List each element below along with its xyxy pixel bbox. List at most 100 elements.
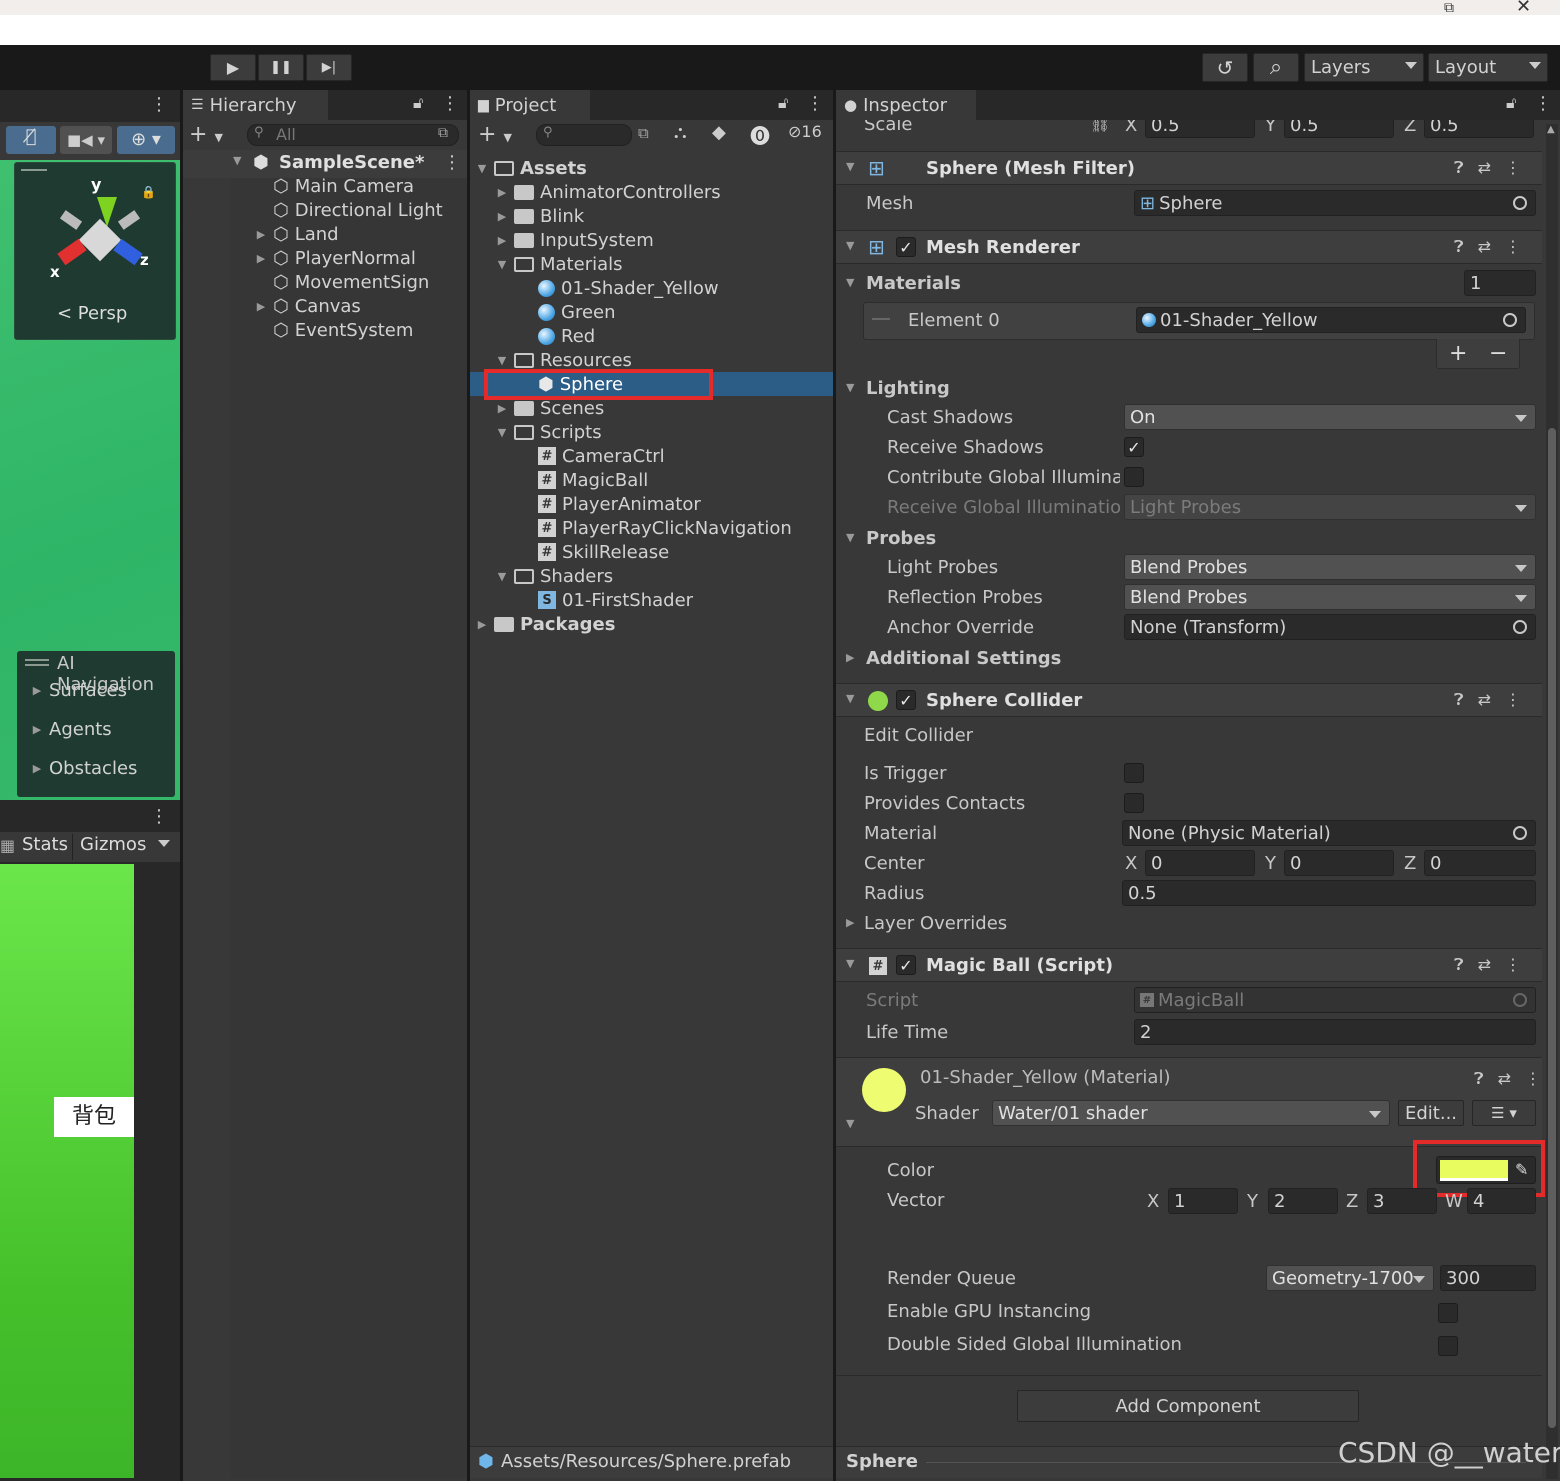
backpack-button[interactable]: 背包: [54, 1097, 134, 1137]
enabled-checkbox[interactable]: ✓: [896, 237, 916, 257]
scroll-up-icon[interactable]: ▲: [1547, 124, 1555, 135]
magic-ball-header[interactable]: ▼ # ✓ Magic Ball (Script) ❓︎ ⇄ ⋮: [836, 948, 1542, 982]
expand-arrow-icon[interactable]: ▶: [496, 210, 508, 223]
scene-search-icon[interactable]: ⧉: [438, 125, 448, 141]
prefab-sphere[interactable]: ⬢ Sphere: [538, 372, 623, 396]
enabled-checkbox[interactable]: ✓: [896, 690, 916, 710]
mesh-filter-header[interactable]: ▼ ⊞ Sphere (Mesh Filter) ❓︎ ⇄ ⋮: [836, 151, 1542, 185]
expand-arrow-icon[interactable]: ▼: [496, 570, 508, 583]
render-queue-dropdown[interactable]: Geometry-1700: [1266, 1265, 1434, 1291]
additional-settings-foldout[interactable]: Additional Settings: [866, 648, 1061, 669]
radius-field[interactable]: 0.5: [1122, 880, 1536, 906]
tab-inspector-active[interactable]: ● Inspector: [836, 90, 976, 120]
materials-count-field[interactable]: 1: [1464, 270, 1536, 296]
collapse-arrow-icon[interactable]: ▼: [846, 160, 854, 173]
light-probes-dropdown[interactable]: Blend Probes: [1124, 554, 1536, 580]
hierarchy-item-eventsystem[interactable]: ⬡ EventSystem: [273, 318, 413, 342]
reflection-probes-dropdown[interactable]: Blend Probes: [1124, 584, 1536, 610]
game-viewport[interactable]: [0, 864, 134, 1478]
add-object-button[interactable]: + ▼: [189, 122, 223, 147]
folder-materials[interactable]: ▼ Materials: [496, 252, 623, 276]
help-icon[interactable]: ❓︎: [1454, 690, 1464, 710]
lock-icon[interactable]: 🔒: [141, 185, 156, 199]
render-queue-field[interactable]: 300: [1440, 1265, 1536, 1291]
script-cameractrl[interactable]: # CameraCtrl: [538, 444, 665, 468]
filter-type-icon[interactable]: ⛬: [674, 122, 687, 143]
object-picker-icon[interactable]: [1513, 196, 1527, 210]
collapse-arrow-icon[interactable]: ▼: [846, 531, 854, 544]
persp-label[interactable]: < Persp: [57, 303, 127, 324]
material-01-shader-yellow[interactable]: 01-Shader_Yellow: [538, 276, 719, 300]
gizmos-button[interactable]: Gizmos: [76, 834, 176, 860]
packages-root[interactable]: ▶ Packages: [476, 612, 616, 636]
help-icon[interactable]: ❓︎: [1474, 1069, 1484, 1089]
step-button[interactable]: ▶|: [306, 54, 352, 81]
collapse-arrow-icon[interactable]: ▼: [846, 957, 854, 970]
hierarchy-item-movementsign[interactable]: ⬡ MovementSign: [273, 270, 429, 294]
ai-item-surfaces[interactable]: ▶ Surfaces: [31, 678, 127, 702]
provides-contacts-checkbox[interactable]: [1124, 793, 1144, 813]
tab-hierarchy[interactable]: ☰ Hierarchy: [183, 90, 328, 120]
axis-z-cone[interactable]: [113, 238, 143, 266]
create-asset-button[interactable]: + ▼: [478, 122, 512, 147]
preset-icon[interactable]: ⇄: [1478, 237, 1491, 257]
grid-icon[interactable]: ▦: [0, 836, 15, 855]
lighting-foldout[interactable]: Lighting: [866, 378, 950, 399]
visibility-toggle-icon[interactable]: 👁̸: [6, 126, 56, 154]
hierarchy-item-playernormal[interactable]: ▶ ⬡ PlayerNormal: [255, 246, 416, 270]
expand-arrow-icon[interactable]: ▶: [255, 252, 267, 265]
restore-icon[interactable]: ⧉: [1444, 0, 1454, 16]
shader-menu-button[interactable]: ☰ ▾: [1472, 1100, 1536, 1126]
expand-arrow-icon[interactable]: ▶: [476, 618, 488, 631]
receive-shadows-checkbox[interactable]: ✓: [1124, 437, 1144, 457]
collapse-arrow-icon[interactable]: ▼: [846, 381, 854, 394]
drag-handle-icon[interactable]: [872, 318, 890, 320]
collapse-arrow-icon[interactable]: ▼: [846, 239, 854, 252]
label-icon[interactable]: ◆: [712, 122, 726, 143]
shader-01-firstshader[interactable]: S 01-FirstShader: [538, 588, 693, 612]
camera-dropdown-icon[interactable]: ■◀ ▾: [60, 126, 112, 154]
inspector-scrollbar[interactable]: ▲: [1546, 124, 1558, 1479]
preset-icon[interactable]: ⇄: [1478, 158, 1491, 178]
cast-shadows-dropdown[interactable]: On: [1124, 404, 1536, 430]
shader-dropdown[interactable]: Water/01 shader: [992, 1100, 1390, 1126]
kebab-menu-icon[interactable]: ⋮: [1505, 158, 1521, 178]
collider-material-field[interactable]: None (Physic Material): [1122, 820, 1536, 846]
expand-arrow-icon[interactable]: ▶: [496, 186, 508, 199]
material-red[interactable]: Red: [538, 324, 595, 348]
anchor-override-field[interactable]: None (Transform): [1124, 614, 1536, 640]
help-icon[interactable]: ❓︎: [1454, 158, 1464, 178]
preset-icon[interactable]: ⇄: [1478, 690, 1491, 710]
material-green[interactable]: Green: [538, 300, 616, 324]
ai-item-agents[interactable]: ▶ Agents: [31, 717, 112, 741]
search-button[interactable]: ⌕: [1253, 53, 1299, 82]
kebab-menu-icon[interactable]: ⋮: [1505, 690, 1521, 710]
hierarchy-item-canvas[interactable]: ▶ ⬡ Canvas: [255, 294, 361, 318]
expand-arrow-icon[interactable]: ▼: [496, 258, 508, 271]
expand-arrow-icon[interactable]: ▶: [846, 916, 854, 929]
kebab-menu-icon[interactable]: ⋮: [150, 806, 168, 827]
edit-shader-button[interactable]: Edit...: [1398, 1100, 1464, 1126]
layout-dropdown[interactable]: Layout: [1428, 53, 1548, 82]
add-component-button[interactable]: Add Component: [1017, 1390, 1359, 1422]
ai-item-obstacles[interactable]: ▶ Obstacles: [31, 756, 138, 780]
collapse-arrow-icon[interactable]: ▼: [846, 1117, 854, 1130]
folder-animatorcontrollers[interactable]: ▶ AnimatorControllers: [496, 180, 721, 204]
contribute-gi-checkbox[interactable]: [1124, 467, 1144, 487]
remove-element-button[interactable]: −: [1489, 341, 1507, 366]
help-icon[interactable]: ❓︎: [1454, 237, 1464, 257]
center-x-field[interactable]: 0: [1145, 850, 1255, 876]
hierarchy-item-land[interactable]: ▶ ⬡ Land: [255, 222, 339, 246]
add-element-button[interactable]: +: [1449, 341, 1467, 366]
mesh-field[interactable]: ⊞ Sphere: [1134, 190, 1536, 216]
folder-inputsystem[interactable]: ▶ InputSystem: [496, 228, 654, 252]
folder-shaders[interactable]: ▼ Shaders: [496, 564, 613, 588]
kebab-menu-icon[interactable]: ⋮: [1525, 1069, 1541, 1089]
lock-icon[interactable]: 🔓︎: [413, 93, 423, 113]
mesh-renderer-header[interactable]: ▼ ⊞ ✓ Mesh Renderer ❓︎ ⇄ ⋮: [836, 230, 1542, 264]
scrollbar-thumb[interactable]: [1548, 428, 1556, 1428]
gizmo-toggle-icon[interactable]: ⊕ ▾: [117, 126, 175, 154]
expand-arrow-icon[interactable]: ▼: [496, 426, 508, 439]
pause-button[interactable]: ❚❚: [258, 54, 304, 81]
play-button[interactable]: ▶: [210, 54, 256, 81]
